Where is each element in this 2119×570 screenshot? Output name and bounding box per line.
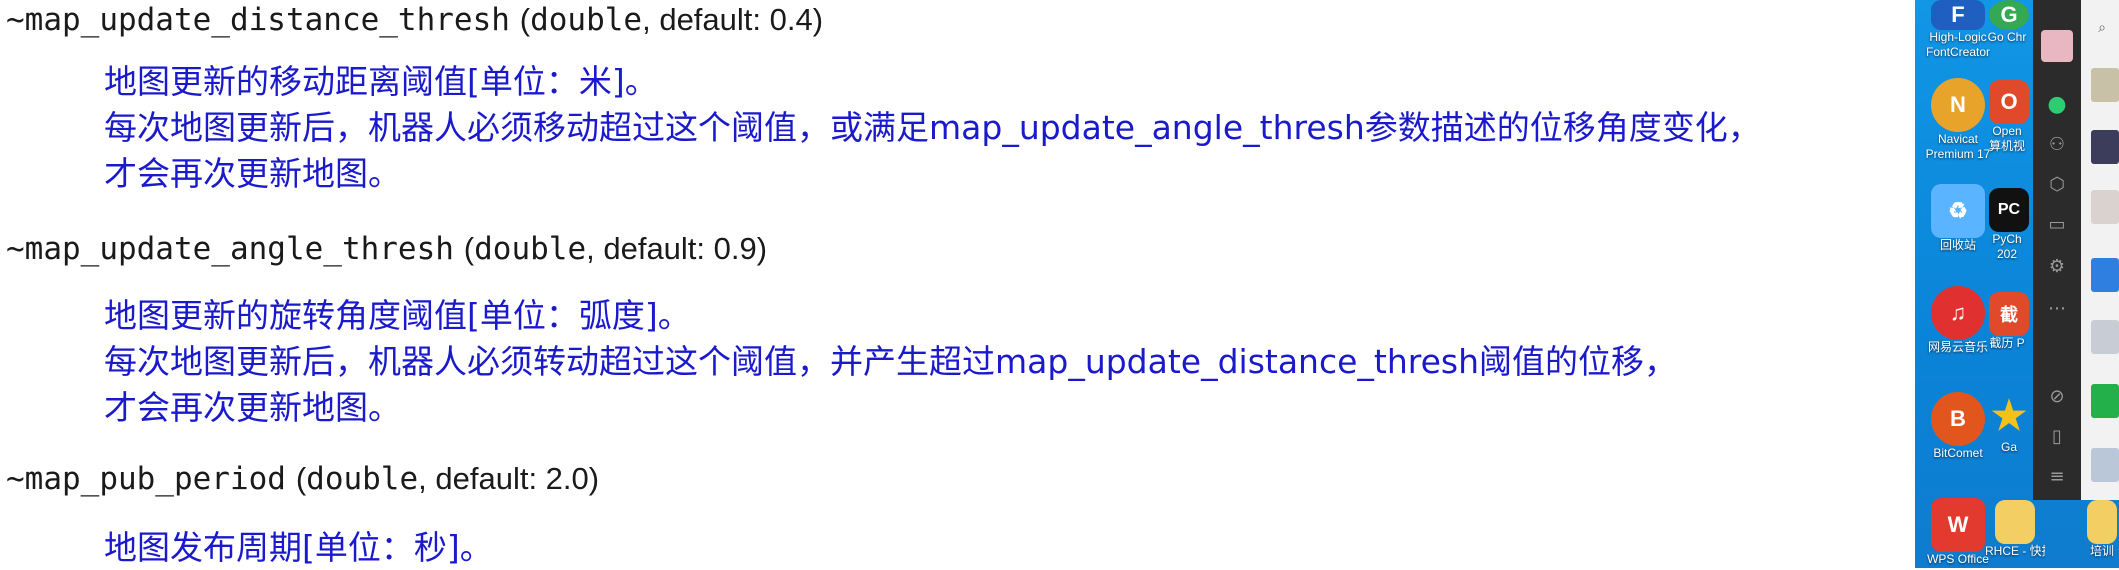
param-name: ~map_pub_period — [6, 461, 286, 497]
param-heading: ~map_pub_period (double, default: 2.0) — [6, 461, 600, 497]
netease-music-icon: ♫ — [1931, 286, 1985, 340]
folder-icon — [1995, 500, 2035, 544]
desktop-shortcut[interactable]: G Go Chr — [1985, 0, 2033, 45]
param-type: double — [530, 2, 643, 38]
param-desc-line: 才会再次更新地图。 — [104, 388, 401, 427]
param-name: ~map_update_angle_thresh — [6, 231, 454, 267]
navicat-icon: N — [1931, 78, 1985, 132]
chrome-icon: G — [1989, 0, 2029, 30]
desktop-shortcut[interactable]: ★ Ga — [1985, 392, 2033, 455]
opencv-icon: O — [1989, 80, 2029, 124]
chat-thumbnail[interactable] — [2091, 190, 2119, 224]
settings-icon[interactable]: ⚙ — [2045, 254, 2069, 278]
param-heading: ~map_update_distance_thresh (double, def… — [6, 2, 824, 38]
desktop-shortcut-label: RHCE - 快捷 — [1985, 544, 2045, 558]
param-desc-line: 每次地图更新后，机器人必须移动超过这个阈值，或满足map_update_angl… — [104, 108, 1761, 147]
desktop-shortcut[interactable]: RHCE - 快捷 — [1985, 500, 2045, 559]
desktop-shortcut-label: PyCh 202 — [1992, 232, 2022, 261]
desktop-shortcut-label: Ga — [2000, 440, 2017, 454]
param-name: ~map_update_distance_thresh — [6, 2, 510, 38]
desktop-shortcut-label: 截历 P — [1989, 336, 2025, 350]
param-desc-line: 地图更新的移动距离阈值[单位：米]。 — [104, 62, 658, 101]
param-default: default: 0.4 — [659, 2, 813, 37]
search-icon[interactable]: ⌕ — [2090, 16, 2114, 40]
param-type: double — [474, 231, 587, 267]
folder-icon — [2087, 500, 2117, 544]
chat-thumbnail[interactable] — [2091, 258, 2119, 292]
desktop-shortcut-label: Go Chr — [1987, 30, 2027, 44]
chat-thumbnail[interactable] — [2091, 448, 2119, 482]
chat-icon[interactable]: ● — [2045, 92, 2069, 117]
chat-thumbnail[interactable] — [2091, 68, 2119, 102]
param-desc-line: 地图更新的旋转角度阈值[单位：弧度]。 — [104, 296, 691, 335]
more-icon[interactable]: ⋯ — [2045, 296, 2069, 320]
folder-icon[interactable]: ▭ — [2045, 212, 2069, 236]
app-icon: 截 — [1989, 292, 2029, 336]
wps-icon: W — [1931, 498, 1985, 552]
avatar[interactable] — [2041, 30, 2073, 62]
desktop-shortcut[interactable]: 培训 — [2085, 500, 2119, 559]
param-desc-line: 地图发布周期[单位：秒]。 — [104, 528, 493, 567]
param-desc-line: 每次地图更新后，机器人必须转动超过这个阈值，并产生超过map_update_di… — [104, 342, 1678, 381]
chat-thumbnail[interactable] — [2091, 130, 2119, 164]
bitcomet-icon: B — [1931, 392, 1985, 446]
param-default: default: 0.9 — [603, 231, 757, 266]
star-icon: ★ — [1991, 394, 2027, 438]
recycle-bin-icon: ♻ — [1931, 184, 1985, 238]
desktop-shortcut-label: Open 算机视 — [1988, 124, 2025, 153]
contacts-icon[interactable]: ⚇ — [2045, 132, 2069, 156]
cube-icon[interactable]: ⬡ — [2045, 172, 2069, 196]
pycharm-icon: PC — [1989, 188, 2029, 232]
chat-thumbnail[interactable] — [2091, 320, 2119, 354]
param-type: double — [306, 461, 419, 497]
param-default: default: 2.0 — [435, 461, 589, 496]
fontcreator-icon: F — [1931, 0, 1985, 30]
document-area: ~map_update_distance_thresh (double, def… — [0, 0, 1915, 568]
phone-icon[interactable]: ▯ — [2045, 424, 2069, 448]
desktop-shortcut[interactable]: O Open 算机视 — [1985, 80, 2033, 154]
desktop-shortcut[interactable]: 截 截历 P — [1985, 292, 2033, 351]
desktop-shortcut-label: 培训 — [2089, 544, 2114, 558]
menu-icon[interactable]: ≡ — [2045, 464, 2069, 488]
param-desc-line: 才会再次更新地图。 — [104, 154, 401, 193]
link-icon[interactable]: ⊘ — [2045, 384, 2069, 408]
chat-thumbnail[interactable] — [2091, 384, 2119, 418]
desktop-shortcut[interactable]: PC PyCh 202 — [1985, 188, 2033, 262]
param-heading: ~map_update_angle_thresh (double, defaul… — [6, 231, 768, 267]
